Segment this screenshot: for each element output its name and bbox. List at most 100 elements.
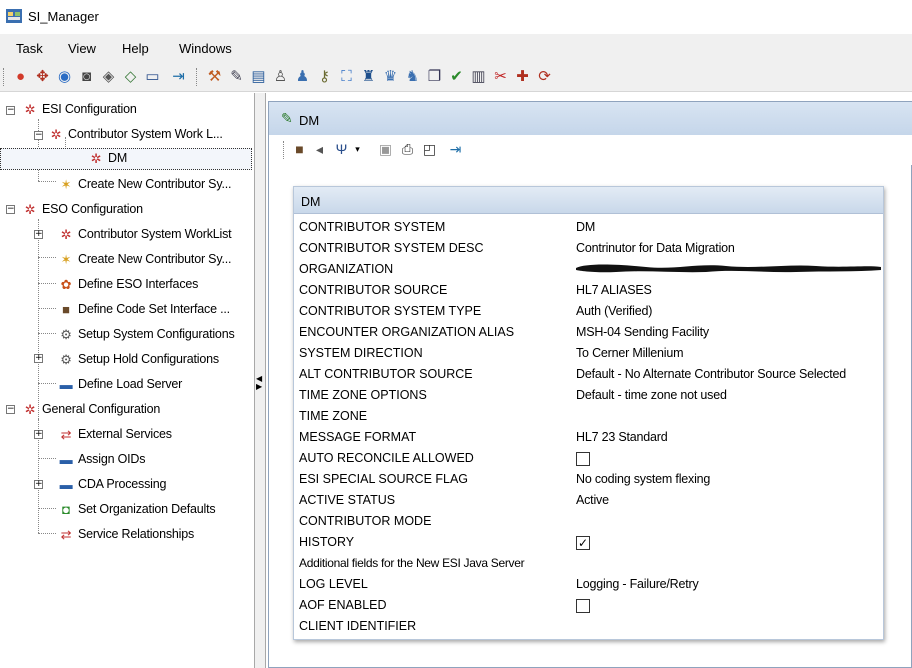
tree-node-label: Service Relationships [78, 527, 194, 541]
toolbar-grip[interactable] [3, 68, 6, 86]
config-icon: ✲ [90, 151, 102, 166]
field-value: Auth (Verified) [576, 304, 653, 318]
new-icon[interactable]: ✚ [514, 68, 531, 85]
field-label: Additional fields for the New ESI Java S… [299, 556, 525, 570]
main-toolbar: ● ✥ ◉ ◙ ◈ ◇ ▭ ⇥ ⚒ ✎ ▤ ♙ ♟ ⚷ ⛶ ♜ ♛ ♞ ❐ ✔ … [0, 62, 912, 92]
tree-connector [38, 508, 56, 509]
field-label: ENCOUNTER ORGANIZATION ALIAS [299, 325, 515, 339]
field-value: Contrinutor for Data Migration [576, 241, 735, 255]
find-icon[interactable]: ◇ [122, 68, 139, 85]
collapse-icon[interactable]: − [6, 405, 15, 414]
person-icon[interactable]: ♛ [382, 68, 399, 85]
tree-connector [38, 383, 56, 384]
exit-icon[interactable]: ⇥ [170, 68, 187, 85]
copy-icon[interactable]: ❐ [426, 68, 443, 85]
tree-connector [38, 458, 56, 459]
tree-node-label: Contributor System Work L... [68, 127, 223, 141]
detail-panel: DM CONTRIBUTOR SYSTEM DM CONTRIBUTOR SYS… [293, 186, 884, 640]
filter-icon[interactable]: Ψ [333, 141, 350, 158]
server-icon: ▬ [59, 452, 73, 467]
monitor-icon[interactable]: ▭ [144, 68, 161, 85]
tools-icon: ✎ [281, 110, 293, 126]
expand-icon[interactable]: + [34, 230, 43, 239]
menu-task[interactable]: Task [16, 41, 43, 56]
group-icon[interactable]: ♟ [294, 68, 311, 85]
network-icon[interactable]: ⛶ [338, 68, 355, 85]
panel-title: DM [301, 195, 321, 209]
tree-connector [38, 333, 56, 334]
field-label: CONTRIBUTOR SOURCE [299, 283, 448, 297]
globe-icon[interactable]: ◉ [56, 68, 73, 85]
redaction-mark [576, 264, 881, 273]
person-list-icon[interactable]: ♞ [404, 68, 421, 85]
tree-node-label: Create New Contributor Sy... [78, 252, 232, 266]
tree-node-label: Define Code Set Interface ... [78, 302, 230, 316]
services-icon: ⇄ [60, 527, 72, 542]
chevron-down-icon[interactable]: ▾ [349, 141, 366, 158]
edit-icon[interactable]: ✎ [228, 68, 245, 85]
field-value: Default - time zone not used [576, 388, 727, 402]
tools-icon[interactable]: ⚒ [206, 68, 223, 85]
check-icon[interactable]: ✔ [448, 68, 465, 85]
toolbar-grip[interactable] [283, 141, 286, 159]
tree-node-label: CDA Processing [78, 477, 167, 491]
new-item-icon: ✶ [60, 252, 72, 267]
save-icon[interactable]: ▣ [377, 141, 394, 158]
services-icon: ⇄ [60, 427, 72, 442]
window-icon[interactable]: ▤ [250, 68, 267, 85]
auto-reconcile-checkbox[interactable] [576, 452, 590, 466]
search-icon[interactable]: ◈ [100, 68, 117, 85]
tree-connector [38, 181, 56, 182]
app-icon [6, 9, 22, 23]
aof-enabled-checkbox[interactable] [576, 599, 590, 613]
field-value: Active [576, 493, 609, 507]
document-header: ✎ DM [269, 102, 912, 135]
config-icon: ✲ [60, 227, 72, 242]
field-label: TIME ZONE [299, 409, 368, 423]
field-label: ESI SPECIAL SOURCE FLAG [299, 472, 469, 486]
expand-icon[interactable]: + [34, 430, 43, 439]
binoculars-icon[interactable]: ◙ [78, 68, 95, 85]
field-label: CONTRIBUTOR SYSTEM DESC [299, 241, 484, 255]
cut-icon[interactable]: ✂ [492, 68, 509, 85]
document-icon[interactable]: ▥ [470, 68, 487, 85]
collapse-icon[interactable]: − [6, 106, 15, 115]
field-value: HL7 23 Standard [576, 430, 668, 444]
tree-node-label: External Services [78, 427, 172, 441]
expand-icon[interactable]: + [34, 480, 43, 489]
menu-view[interactable]: View [68, 41, 96, 56]
settings-icon: ⚙ [60, 352, 72, 367]
tree-node-label: Setup Hold Configurations [78, 352, 219, 366]
key-icon[interactable]: ⚷ [316, 68, 333, 85]
field-value: To Cerner Millenium [576, 346, 684, 360]
pane-splitter[interactable]: ◀ ▶ [254, 93, 266, 668]
sync-icon[interactable]: ⟳ [536, 68, 553, 85]
menu-windows[interactable]: Windows [179, 41, 232, 56]
server-icon: ▬ [59, 477, 73, 492]
collapse-icon[interactable]: − [34, 131, 43, 140]
target-icon[interactable]: ✥ [34, 68, 51, 85]
tree-node-label: ESI Configuration [42, 102, 137, 116]
users-icon[interactable]: ♙ [272, 68, 289, 85]
exit-icon[interactable]: ⇥ [447, 141, 464, 158]
tree-node-label: DM [108, 151, 128, 165]
tree-node-label: Setup System Configurations [78, 327, 235, 341]
menu-help[interactable]: Help [122, 41, 149, 56]
arrow-icon[interactable]: ◂ [311, 141, 328, 158]
print-icon[interactable]: ⎙ [399, 141, 416, 158]
refresh-icon[interactable]: ● [12, 68, 29, 85]
window-title: SI_Manager [28, 9, 99, 24]
panel-header: DM [294, 187, 883, 214]
expand-icon[interactable]: + [34, 354, 43, 363]
collapse-icon[interactable]: − [6, 205, 15, 214]
tree-node-label: Set Organization Defaults [78, 502, 216, 516]
tree-connector [38, 533, 56, 534]
cube-icon[interactable]: ■ [291, 141, 308, 158]
history-checkbox[interactable]: ✓ [576, 536, 590, 550]
toolbar-grip-2[interactable] [196, 68, 199, 86]
splitter-arrow-icon[interactable]: ◀ ▶ [256, 375, 262, 391]
people-icon[interactable]: ♜ [360, 68, 377, 85]
tree-node-label: Contributor System WorkList [78, 227, 232, 241]
preview-icon[interactable]: ◰ [421, 141, 438, 158]
field-label: SYSTEM DIRECTION [299, 346, 423, 360]
